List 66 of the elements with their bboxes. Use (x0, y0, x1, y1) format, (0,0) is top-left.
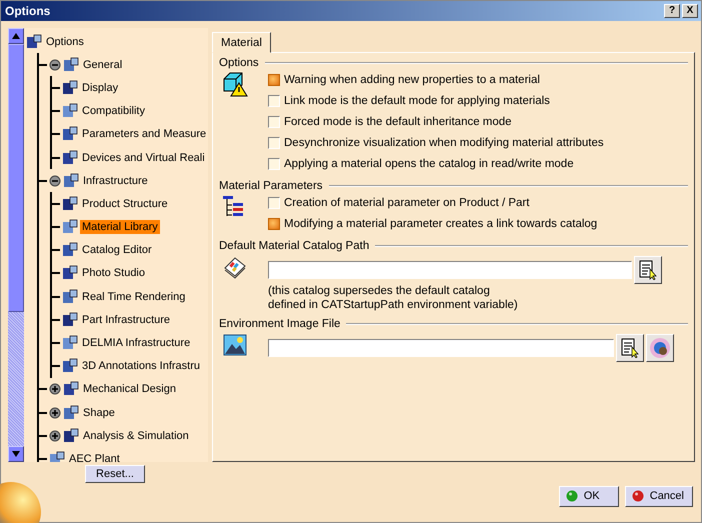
checkbox-label: Link mode is the default mode for applying materials (284, 94, 550, 106)
expand-toggle[interactable] (49, 383, 61, 396)
cube-warning-icon (222, 71, 248, 97)
collapse-toggle[interactable] (49, 58, 61, 71)
checkbox[interactable] (268, 136, 280, 148)
checkbox[interactable] (268, 218, 280, 230)
tree-item[interactable]: Photo Studio (80, 266, 147, 280)
section-title: Options (219, 57, 259, 69)
tree-item[interactable]: Compatibility (80, 104, 147, 118)
image-picker-button[interactable] (646, 334, 674, 362)
cancel-button[interactable]: Cancel (624, 486, 693, 506)
down-arrow-icon (12, 451, 20, 457)
tree-item[interactable]: General (81, 58, 124, 72)
note-text: (this catalog supersedes the default catalog (268, 284, 491, 298)
tree-item[interactable]: Material Library (80, 220, 160, 234)
browse-button[interactable] (634, 256, 662, 284)
expand-toggle[interactable] (49, 406, 61, 419)
catalog-path-field[interactable] (268, 261, 632, 279)
tree-item[interactable]: DELMIA Infrastructure (80, 336, 192, 350)
checkbox-label: Modifying a material parameter creates a link towards catalog (284, 218, 598, 230)
ok-button[interactable]: OK (558, 486, 619, 506)
close-button[interactable]: X (682, 4, 698, 18)
tree-item[interactable]: Mechanical Design (81, 382, 178, 396)
color-wheel-icon (649, 337, 671, 359)
tree-item[interactable]: AEC Plant (67, 452, 122, 462)
tree-item[interactable]: Catalog Editor (80, 243, 154, 258)
tree-item[interactable]: Real Time Rendering (80, 290, 188, 304)
tab[interactable]: Material (212, 32, 271, 53)
reset-button[interactable]: Reset... (85, 465, 145, 483)
tree-item[interactable]: Parameters and Measure (80, 127, 208, 142)
tree-item[interactable]: Shape (81, 406, 117, 420)
checkbox[interactable] (268, 116, 280, 128)
help-button[interactable]: ? (664, 4, 680, 18)
note-text: defined in CATStartupPath environment variable) (268, 298, 519, 312)
checkbox[interactable] (268, 158, 280, 170)
section-title: Environment Image File (219, 318, 340, 330)
checkbox-label: Applying a material opens the catalog in read/write mode (284, 158, 574, 170)
tree-item[interactable]: Options (44, 34, 86, 49)
section-title: Default Material Catalog Path (219, 240, 370, 252)
scrollbar[interactable] (8, 28, 24, 462)
checkbox-label: Warning when adding new properties to a material (284, 74, 540, 86)
checkbox-label: Desynchronize visualization when modifying material attributes (284, 136, 604, 148)
checkbox[interactable] (268, 196, 280, 208)
document-pointer-icon (620, 338, 640, 358)
checkbox[interactable] (268, 74, 280, 86)
tree-item[interactable]: Part Infrastructure (80, 312, 172, 327)
landscape-image-icon (222, 332, 248, 358)
document-pointer-icon (638, 260, 658, 280)
ball-icon (566, 490, 578, 502)
tree-item[interactable]: Infrastructure (81, 174, 150, 188)
up-arrow-icon (12, 33, 20, 39)
tree-item[interactable]: Display (80, 80, 120, 95)
browse-button[interactable] (616, 334, 644, 362)
tree-item[interactable]: 3D Annotations Infrastru (80, 359, 202, 374)
image-file-field[interactable] (268, 339, 614, 357)
checkbox-label: Creation of material parameter on Product / Part (284, 196, 530, 208)
expand-toggle[interactable] (49, 430, 61, 442)
window-title: Options (5, 4, 50, 18)
collapse-toggle[interactable] (49, 174, 61, 187)
tree-item[interactable]: Analysis & Simulation (81, 428, 191, 443)
tree-item[interactable]: Devices and Virtual Reali (80, 150, 207, 165)
tree-item[interactable]: Product Structure (80, 196, 170, 211)
ball-icon (632, 490, 644, 502)
checkbox-label: Forced mode is the default inheritance mode (284, 116, 512, 128)
section-title: Material Parameters (219, 180, 323, 192)
checkbox[interactable] (268, 94, 280, 106)
